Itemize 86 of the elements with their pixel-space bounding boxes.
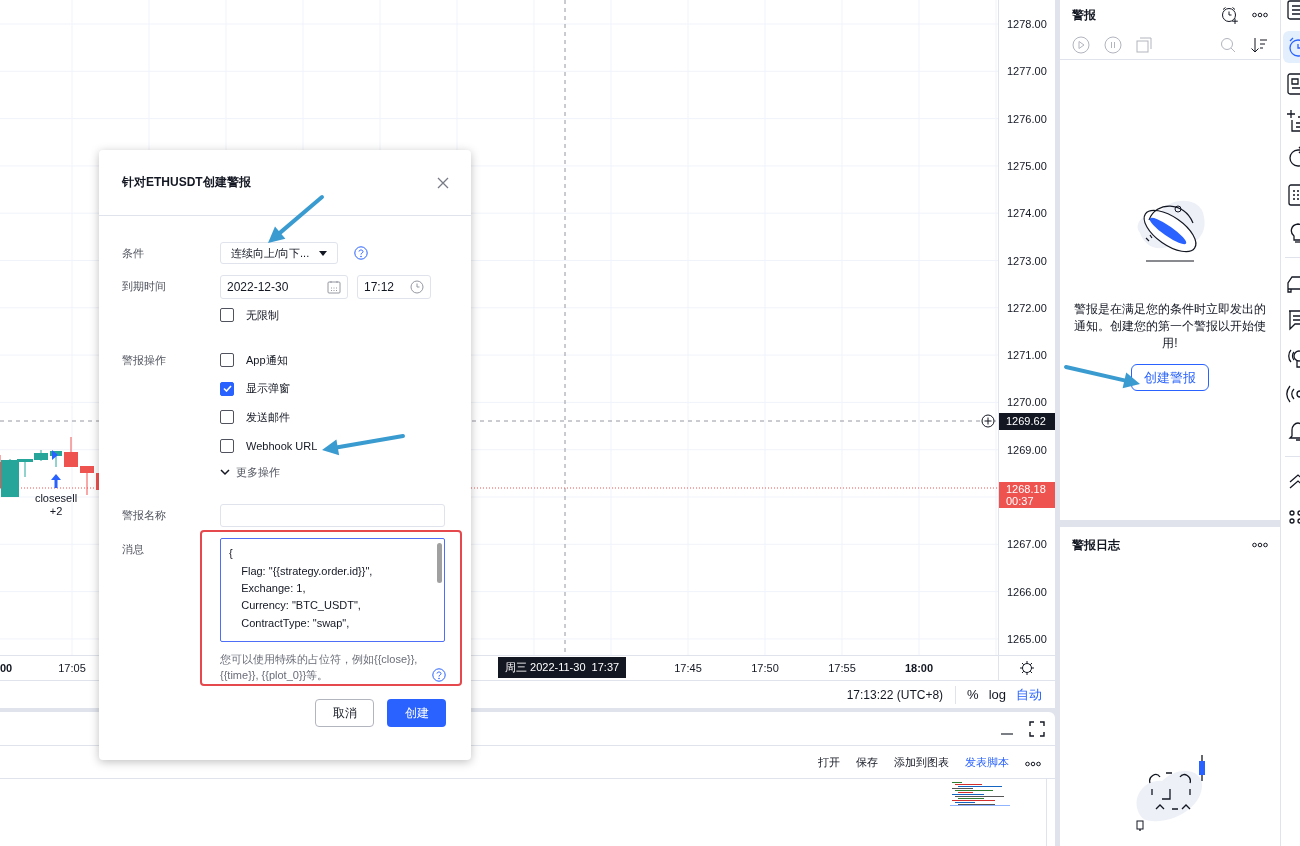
close-icon xyxy=(437,176,449,189)
toolbar-button[interactable]: 添加到图表 xyxy=(888,752,955,772)
more-button[interactable] xyxy=(1252,542,1268,548)
help-icon[interactable] xyxy=(432,668,446,683)
checkbox-label: 显示弹窗 xyxy=(246,381,290,397)
time-label: 18:00 xyxy=(904,662,934,674)
hint-text: 您可以使用特殊的占位符，例如{{close}}, {{time}}, {{plot_0}}等。 xyxy=(220,652,419,684)
condition-dropdown[interactable]: 连续向上/向下... xyxy=(220,242,339,264)
cancel-button[interactable]: 取消 xyxy=(315,699,374,728)
scale-toggle[interactable]: log xyxy=(983,685,1011,704)
checkbox[interactable] xyxy=(220,410,234,425)
sort-icon[interactable] xyxy=(1250,36,1268,53)
trade-marker-count: +2 xyxy=(49,505,63,518)
dialog-title: 针对ETHUSDT创建警报 xyxy=(122,174,251,191)
time-label: 00 xyxy=(0,662,13,674)
field-label: 警报操作 xyxy=(122,353,167,368)
field-label: 消息 xyxy=(122,542,145,558)
caret-icon xyxy=(319,250,328,256)
checkbox[interactable] xyxy=(220,438,234,453)
more-actions-toggle[interactable]: 更多操作 xyxy=(220,465,318,481)
price-label: 1278.00 xyxy=(1007,17,1047,31)
field-label: 到期时间 xyxy=(122,279,167,294)
checkbox[interactable] xyxy=(220,381,234,396)
price-label: 1266.00 xyxy=(1007,584,1047,599)
add-alert-button[interactable] xyxy=(1220,5,1240,25)
clock-icon xyxy=(410,280,424,294)
checkbox-label: 无限制 xyxy=(246,307,279,323)
up-arrow-icon xyxy=(51,474,61,488)
settings-icon[interactable] xyxy=(1019,660,1035,676)
toolbar-button[interactable]: 打开 xyxy=(812,752,846,772)
crosshair-time-label: 周三 2022-11-30 17:37 xyxy=(498,657,627,678)
name-input-field[interactable] xyxy=(220,504,445,528)
price-label: 1267.00 xyxy=(1007,537,1047,552)
price-label: 1265.00 xyxy=(1007,631,1047,646)
more-icon xyxy=(1252,12,1268,18)
time-field[interactable]: 17:12 xyxy=(357,275,431,299)
crosshair-price-label: 1269.62 xyxy=(999,413,1055,430)
price-label: 1274.00 xyxy=(1007,206,1047,221)
help-icon[interactable] xyxy=(354,246,369,260)
panel-title: 警报日志 xyxy=(1072,536,1121,554)
date-field[interactable]: 2022-12-30 xyxy=(220,275,348,299)
field-label: 条件 xyxy=(122,246,145,261)
checkbox[interactable] xyxy=(220,353,234,367)
scrollbar-thumb[interactable] xyxy=(437,543,442,584)
code-minimap-drawing xyxy=(950,780,1010,808)
countdown-label: 00:37 xyxy=(1006,495,1035,507)
calendar-icon xyxy=(327,280,341,294)
more-icon xyxy=(1252,542,1268,548)
last-price-label: 1268.18 xyxy=(1006,483,1047,495)
close-button[interactable] xyxy=(437,176,449,189)
time-label: 17:50 xyxy=(751,662,779,674)
toolbar-button[interactable]: 发表脚本 xyxy=(959,752,1015,772)
panel-title: 警报 xyxy=(1072,6,1097,24)
chevron-down-icon xyxy=(220,469,230,477)
field-label: 警报名称 xyxy=(122,508,167,524)
create-button[interactable]: 创建 xyxy=(387,699,446,728)
time-label: 17:55 xyxy=(828,662,856,674)
clock-label: 17:13:22 (UTC+8) xyxy=(846,687,944,702)
checkbox-label: App通知 xyxy=(246,352,288,368)
checkbox-label: Webhook URL xyxy=(246,439,318,452)
more-icon xyxy=(1025,760,1041,767)
scale-toggle[interactable]: 自动 xyxy=(1011,683,1047,706)
add-plus-icon[interactable] xyxy=(981,414,995,428)
price-label: 1273.00 xyxy=(1007,253,1047,268)
message-field[interactable]: { Flag: "{{strategy.order.id}}", Exchange: 1, Currency: "BTC_USDT", ContractType: "swap", xyxy=(220,538,445,643)
trade-marker-label: closesell xyxy=(34,492,78,505)
price-label: 1272.00 xyxy=(1007,300,1047,315)
price-label: 1277.00 xyxy=(1007,64,1047,79)
scale-toggle[interactable]: % xyxy=(962,685,984,704)
check-icon xyxy=(222,385,232,393)
empty-state-message: 警报是在满足您的条件时立即发出的通知。创建您的第一个警报以开始使用! xyxy=(1073,301,1267,352)
time-label: 17:45 xyxy=(674,662,702,674)
price-label: 1270.00 xyxy=(1007,395,1047,410)
checkbox-label: 发送邮件 xyxy=(246,409,290,425)
more-button[interactable] xyxy=(1252,12,1268,18)
checkbox[interactable] xyxy=(220,308,234,322)
create-alert-button[interactable]: 创建警报 xyxy=(1131,364,1209,391)
fullscreen-icon[interactable] xyxy=(1029,720,1045,737)
price-label: 1276.00 xyxy=(1007,111,1047,126)
price-label: 1275.00 xyxy=(1007,158,1047,173)
time-label: 17:05 xyxy=(58,662,86,674)
price-label: 1269.00 xyxy=(1007,442,1047,457)
toolbar-button[interactable]: 保存 xyxy=(850,752,884,772)
annotation-arrow xyxy=(268,195,324,243)
alarm-clock-plus-icon xyxy=(1220,5,1240,25)
price-label: 1271.00 xyxy=(1007,348,1047,363)
